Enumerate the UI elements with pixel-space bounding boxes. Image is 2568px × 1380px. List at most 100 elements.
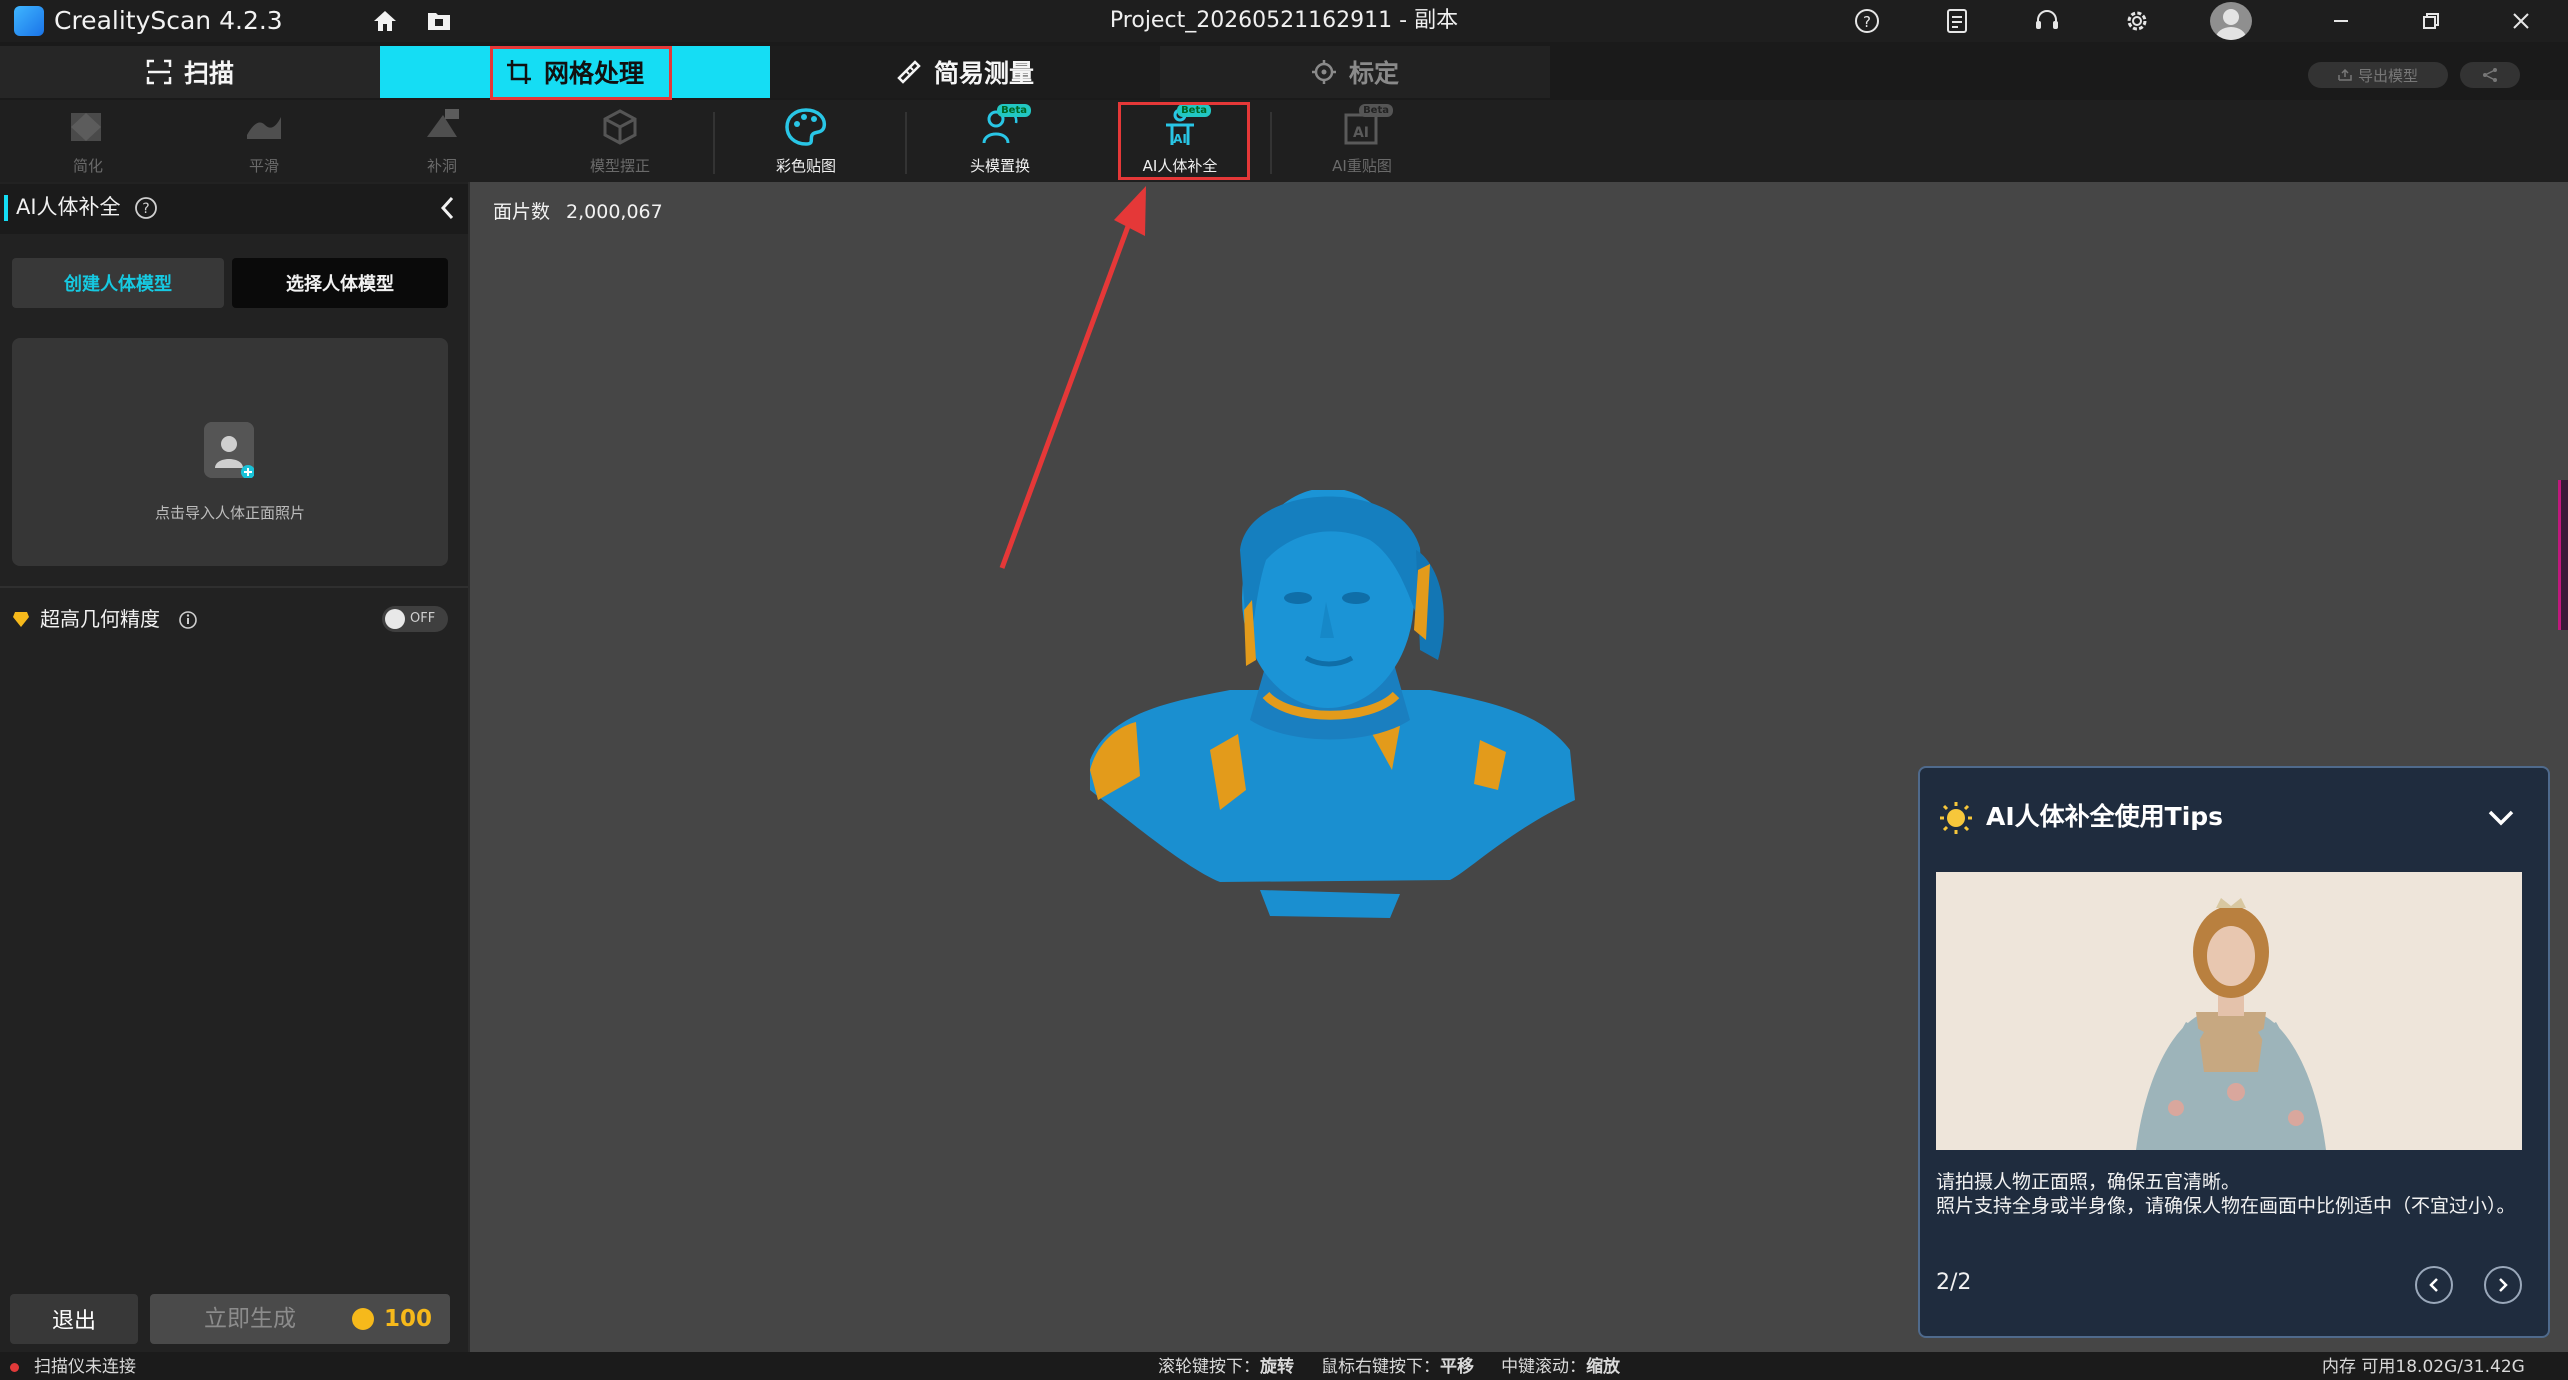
tool-label: 简化 [72, 157, 103, 175]
settings-icon[interactable] [2122, 6, 2152, 36]
beta-badge: Beta [1359, 104, 1393, 117]
tab-scan[interactable]: 扫描 [0, 46, 380, 98]
select-body-model-tab[interactable]: 选择人体模型 [232, 258, 448, 308]
log-icon[interactable] [1942, 6, 1972, 36]
high-precision-toggle[interactable]: OFF [382, 606, 448, 632]
svg-text:?: ? [142, 201, 149, 217]
side-accent-strip [2558, 480, 2568, 630]
face-count: 面片数 2,000,067 [493, 198, 679, 226]
share-icon [2482, 68, 2498, 82]
tool-color-texture[interactable]: 彩色贴图 [746, 104, 866, 180]
smooth-icon [241, 104, 287, 150]
ai-retexture-icon: AI Beta [1339, 104, 1393, 150]
info-icon[interactable] [178, 610, 198, 630]
tool-label: AI重贴图 [1332, 157, 1392, 175]
tab-calibrate-label: 标定 [1348, 59, 1399, 88]
scanner-status: 扫描仪未连接 [34, 1357, 136, 1377]
toggle-knob [385, 609, 405, 629]
home-icon[interactable] [370, 6, 400, 36]
tab-calibrate[interactable]: 标定 [1160, 46, 1550, 98]
support-icon[interactable] [2032, 6, 2062, 36]
tool-ai-retexture[interactable]: AI Beta AI重贴图 [1302, 104, 1422, 180]
tool-simplify[interactable]: 简化 [28, 104, 148, 180]
collapse-panel-icon[interactable] [436, 194, 460, 222]
tips-title: AI人体补全使用Tips [1986, 802, 2224, 831]
highlight-box-ai-tool [1118, 102, 1250, 180]
connection-status-dot [10, 1363, 19, 1372]
minimize-icon[interactable] [2326, 6, 2356, 36]
user-avatar[interactable] [2210, 2, 2252, 40]
tool-label: 头模置换 [969, 157, 1030, 175]
restore-icon[interactable] [2416, 6, 2446, 36]
tool-head-swap[interactable]: Beta 头模置换 [940, 104, 1060, 180]
panel-accent-bar [4, 195, 8, 221]
tips-text-line-1: 请拍摄人物正面照，确保五官清晰。 [1936, 1171, 2241, 1193]
simplify-icon [65, 104, 111, 150]
tab-scan-label: 扫描 [183, 59, 234, 88]
help-circle-icon[interactable]: ? [134, 196, 158, 220]
panel-title: AI人体补全 [16, 195, 121, 219]
hint-zoom-key: 中键滚动： [1501, 1357, 1587, 1377]
target-icon [1311, 59, 1337, 85]
chevron-right-icon [2496, 1277, 2510, 1293]
chevron-down-icon[interactable] [2486, 806, 2516, 830]
mouse-hints: 滚轮键按下：旋转 鼠标右键按下：平移 中键滚动：缩放 [1158, 1355, 1620, 1379]
tool-label: 彩色贴图 [775, 157, 836, 175]
tips-next-button[interactable] [2484, 1266, 2522, 1304]
export-label: 导出模型 [2357, 66, 2418, 85]
coin-icon [352, 1308, 374, 1330]
tips-text-line-2: 照片支持全身或半身像，请确保人物在画面中比例适中（不宜过小）。 [1936, 1195, 2516, 1217]
hint-pan-key: 鼠标右键按下： [1321, 1357, 1441, 1377]
toolbar-divider [905, 112, 907, 174]
toggle-state: OFF [410, 611, 436, 626]
memory-status: 内存 可用18.02G/31.42G [2322, 1357, 2525, 1377]
generate-cost: 100 [384, 1306, 433, 1332]
example-photo [1936, 872, 2522, 1150]
exit-button[interactable]: 退出 [10, 1294, 138, 1344]
tips-description: 请拍摄人物正面照，确保五官清晰。 照片支持全身或半身像，请确保人物在画面中比例适… [1936, 1170, 2528, 1218]
create-body-model-tab[interactable]: 创建人体模型 [12, 258, 224, 308]
high-precision-label: 超高几何精度 [40, 607, 160, 631]
app-logo [14, 6, 44, 36]
generate-button[interactable]: 立即生成 100 [150, 1294, 450, 1344]
toolbar-divider [713, 112, 715, 174]
premium-gem-icon [12, 610, 30, 628]
align-model-icon [597, 104, 643, 150]
annotation-arrow [999, 186, 1146, 569]
panel-divider [0, 586, 468, 588]
face-count-value: 2,000,067 [566, 201, 663, 223]
generate-label: 立即生成 [204, 1306, 296, 1332]
beta-badge: Beta [997, 104, 1031, 117]
chevron-left-icon [2427, 1277, 2441, 1293]
hint-rotate-key: 滚轮键按下： [1158, 1357, 1260, 1377]
tool-smooth[interactable]: 平滑 [204, 104, 324, 180]
export-model-button[interactable]: 导出模型 [2308, 62, 2448, 88]
tool-label: 平滑 [248, 157, 279, 175]
tips-page-indicator: 2/2 [1936, 1270, 1972, 1295]
tab-measure[interactable]: 简易测量 [770, 46, 1160, 98]
svg-text:?: ? [1863, 13, 1871, 31]
person-photo-icon [204, 422, 255, 479]
tool-fill-hole[interactable]: 补洞 [382, 104, 502, 180]
svg-text:AI: AI [1353, 125, 1369, 141]
tool-label: 模型摆正 [589, 157, 650, 175]
tab-measure-label: 简易测量 [933, 59, 1034, 88]
toolbar-divider [1270, 112, 1272, 174]
hint-rotate: 旋转 [1260, 1357, 1294, 1377]
example-photo-illustration [1936, 872, 2522, 1150]
close-icon[interactable] [2506, 6, 2536, 36]
help-icon[interactable]: ? [1852, 6, 1882, 36]
share-button[interactable] [2460, 62, 2520, 88]
fill-hole-icon [419, 104, 465, 150]
tips-prev-button[interactable] [2415, 1266, 2453, 1304]
scan-icon [146, 59, 172, 85]
folder-icon[interactable] [424, 6, 454, 36]
export-icon [2338, 69, 2352, 81]
app-title: CrealityScan 4.2.3 [54, 6, 283, 35]
highlight-box-mesh-tab [490, 46, 672, 100]
lightbulb-icon [1938, 800, 1974, 836]
hint-zoom: 缩放 [1586, 1357, 1621, 1377]
tool-align-model[interactable]: 模型摆正 [560, 104, 680, 180]
head-swap-icon: Beta [977, 104, 1031, 150]
tool-label: 补洞 [426, 157, 457, 175]
